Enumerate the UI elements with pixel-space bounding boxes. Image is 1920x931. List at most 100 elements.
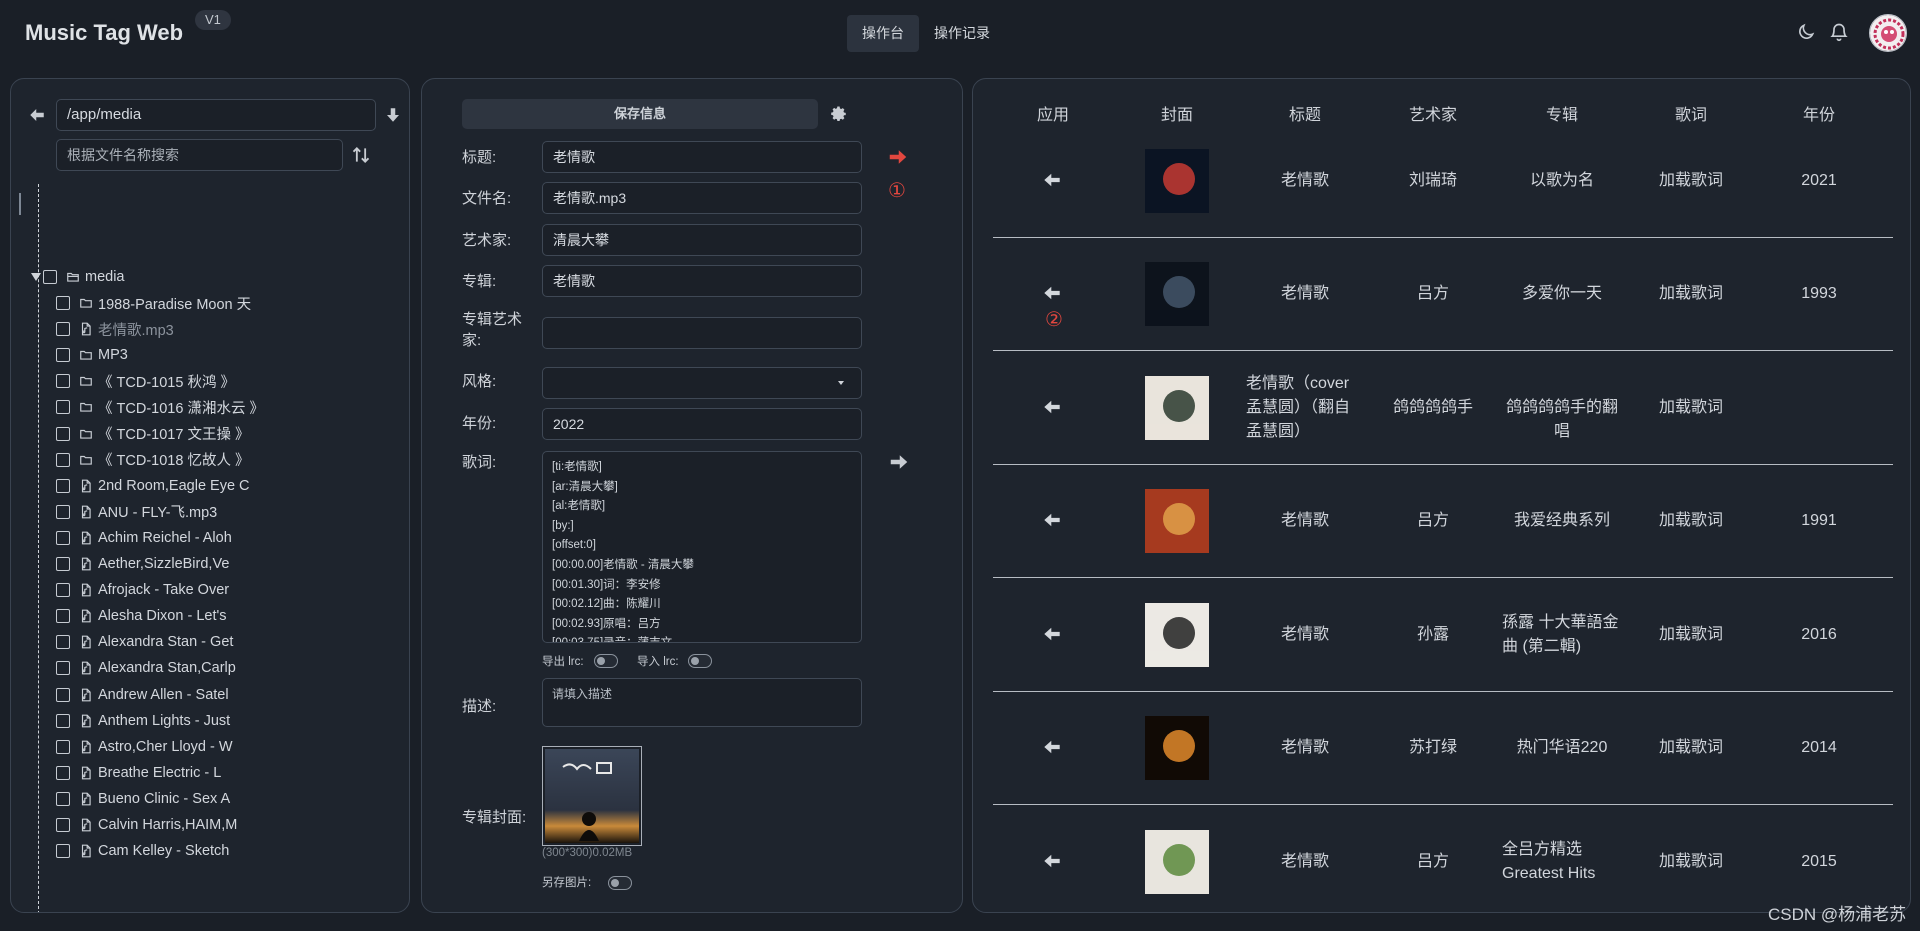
cell-lyrics[interactable]: 加载歌词: [1632, 736, 1750, 760]
tree-item[interactable]: MP3: [56, 342, 128, 368]
tree-item[interactable]: Anthem Lights - Just: [56, 708, 230, 734]
apply-row-arrow-icon[interactable]: [1043, 173, 1063, 189]
tree-item[interactable]: ANU - FLY-飞.mp3: [56, 499, 217, 525]
lyrics-label: 歌词:: [462, 454, 497, 471]
apply-arrow-red-icon[interactable]: [889, 149, 907, 169]
tree-item[interactable]: 2nd Room,Eagle Eye C: [56, 473, 250, 499]
checkbox[interactable]: [56, 739, 70, 754]
chevron-down-icon[interactable]: [31, 273, 41, 281]
cover-thumbnail[interactable]: [1145, 829, 1209, 894]
checkbox[interactable]: [56, 713, 70, 728]
file-search-input[interactable]: 根据文件名称搜索: [56, 139, 343, 171]
apply-row-arrow-icon[interactable]: [1043, 513, 1063, 529]
tree-item[interactable]: Cam Kelley - Sketch: [56, 838, 229, 864]
tree-item[interactable]: Afrojack - Take Over: [56, 577, 229, 603]
cell-lyrics[interactable]: 加载歌词: [1632, 623, 1750, 647]
tab-console[interactable]: 操作台: [847, 15, 919, 52]
checkbox[interactable]: [56, 452, 70, 467]
tree-item[interactable]: Alesha Dixon - Let's: [56, 603, 227, 629]
save-image-toggle[interactable]: [608, 876, 632, 890]
apply-row-arrow-icon[interactable]: [1043, 286, 1063, 302]
checkbox[interactable]: [56, 504, 70, 519]
tree-item[interactable]: 老情歌.mp3: [56, 316, 174, 342]
tree-item[interactable]: Achim Reichel - Aloh: [56, 525, 232, 551]
description-textarea[interactable]: 请填入描述: [542, 678, 862, 727]
tree-item[interactable]: 《 TCD-1015 秋鸿 》: [56, 368, 235, 394]
apply-row-arrow-icon[interactable]: [1043, 400, 1063, 416]
checkbox[interactable]: [56, 791, 70, 806]
cell-lyrics[interactable]: 加载歌词: [1632, 850, 1750, 874]
tree-item[interactable]: Breathe Electric - L: [56, 760, 221, 786]
lyrics-textarea[interactable]: [ti:老情歌] [ar:清晨大攀] [al:老情歌] [by:] [offset:0]…: [542, 451, 862, 643]
tree-item[interactable]: 《 TCD-1017 文王操 》: [56, 421, 249, 447]
checkbox[interactable]: [56, 818, 70, 832]
checkbox[interactable]: [56, 635, 70, 650]
artist-field[interactable]: 清晨大攀: [542, 224, 862, 256]
bell-icon[interactable]: [1829, 22, 1851, 44]
checkbox[interactable]: [56, 296, 70, 310]
tree-item[interactable]: 《 TCD-1018 忆故人 》: [56, 447, 249, 473]
download-arrow-icon[interactable]: [384, 106, 406, 128]
tree-item[interactable]: Astro,Cher Lloyd - W: [56, 734, 233, 760]
cover-thumbnail[interactable]: [1145, 602, 1209, 667]
avatar[interactable]: [1869, 14, 1907, 52]
cover-thumbnail[interactable]: [1145, 716, 1209, 781]
checkbox[interactable]: [56, 530, 70, 545]
import-lrc-toggle[interactable]: [688, 654, 712, 668]
apply-lyrics-arrow-icon[interactable]: [890, 454, 912, 476]
cell-lyrics[interactable]: 加载歌词: [1632, 169, 1750, 193]
search-results-panel: 应用 封面 标题 艺术家 专辑 歌词 年份 ② 老情歌 刘瑞琦 以歌为名 加载歌词 20…: [972, 78, 1911, 913]
tree-root[interactable]: media: [31, 264, 125, 290]
gear-icon[interactable]: [830, 105, 852, 127]
checkbox[interactable]: [56, 400, 70, 415]
album-field[interactable]: 老情歌: [542, 265, 862, 297]
cover-thumbnail[interactable]: [1145, 489, 1209, 554]
year-field[interactable]: 2022: [542, 408, 862, 440]
import-lrc-label: 导入 lrc:: [637, 656, 679, 668]
export-lrc-toggle[interactable]: [594, 654, 618, 668]
checkbox[interactable]: [56, 583, 70, 598]
checkbox[interactable]: [56, 844, 70, 859]
tree-item[interactable]: Bueno Clinic - Sex A: [56, 786, 230, 812]
apply-row-arrow-icon[interactable]: [1043, 854, 1063, 870]
tree-item[interactable]: Alexandra Stan,Carlp: [56, 655, 236, 681]
row-divider: [993, 804, 1893, 805]
apply-row-arrow-icon[interactable]: [1043, 740, 1063, 756]
checkbox[interactable]: [56, 322, 70, 337]
title-field[interactable]: 老情歌: [542, 141, 862, 173]
checkbox[interactable]: [43, 270, 57, 284]
cell-lyrics[interactable]: 加载歌词: [1632, 282, 1750, 306]
filename-field[interactable]: 老情歌.mp3: [542, 182, 862, 214]
cell-lyrics[interactable]: 加载歌词: [1632, 396, 1750, 420]
cell-artist: 孙露: [1416, 625, 1449, 643]
tree-item[interactable]: Andrew Allen - Satel: [56, 682, 229, 708]
save-info-button[interactable]: 保存信息: [462, 99, 818, 129]
moon-icon[interactable]: [1796, 22, 1818, 44]
checkbox[interactable]: [56, 348, 70, 363]
apply-row-arrow-icon[interactable]: [1043, 627, 1063, 643]
album-cover-image[interactable]: [542, 746, 642, 846]
tree-item[interactable]: Alexandra Stan - Get: [56, 629, 233, 655]
tab-history[interactable]: 操作记录: [919, 15, 1005, 52]
sort-icon[interactable]: [351, 145, 373, 167]
checkbox[interactable]: [56, 426, 70, 441]
album-artist-field[interactable]: [542, 317, 862, 349]
path-input[interactable]: /app/media: [56, 99, 376, 131]
checkbox[interactable]: [56, 374, 70, 389]
checkbox[interactable]: [56, 557, 70, 571]
tree-item[interactable]: Aether,SizzleBird,Ve: [56, 551, 229, 577]
checkbox[interactable]: [56, 661, 70, 676]
back-arrow-icon[interactable]: [28, 106, 50, 128]
checkbox[interactable]: [56, 765, 70, 780]
cover-thumbnail[interactable]: [1145, 148, 1209, 213]
checkbox[interactable]: [56, 609, 70, 624]
checkbox[interactable]: [56, 687, 70, 702]
tree-item[interactable]: 《 TCD-1016 潇湘水云 》: [56, 394, 264, 420]
cell-lyrics[interactable]: 加载歌词: [1632, 509, 1750, 533]
cover-thumbnail[interactable]: [1145, 262, 1209, 327]
checkbox[interactable]: [56, 478, 70, 493]
tree-item[interactable]: Calvin Harris,HAIM,M: [56, 812, 237, 838]
genre-select[interactable]: [542, 367, 862, 399]
cover-thumbnail[interactable]: [1145, 375, 1209, 440]
tree-item[interactable]: 1988-Paradise Moon 天: [56, 290, 251, 316]
